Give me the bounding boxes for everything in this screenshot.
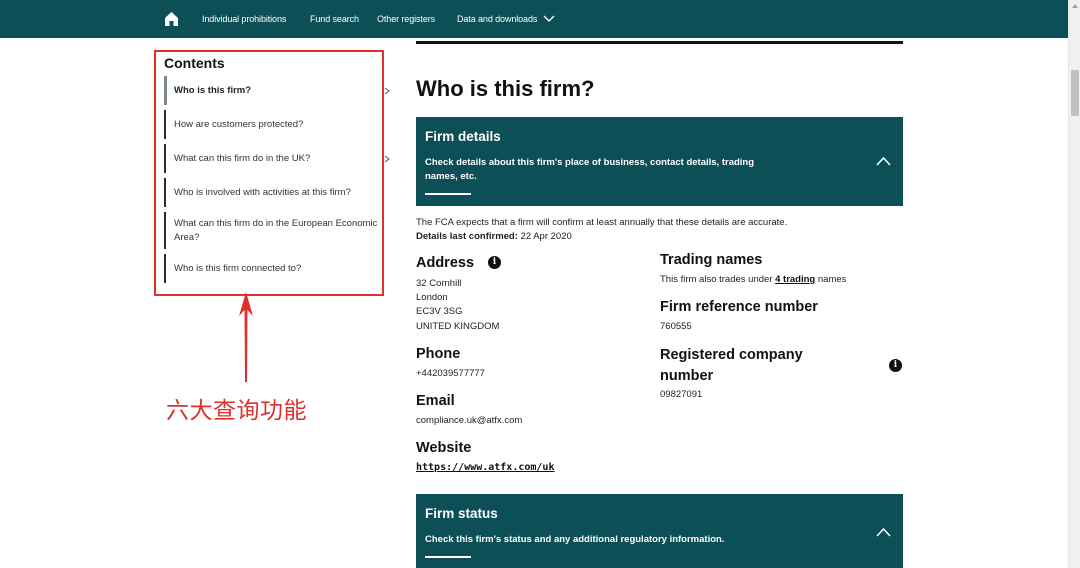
panel-underline: [425, 193, 471, 195]
last-confirmed: Details last confirmed: 22 Apr 2020: [416, 231, 572, 242]
info-icon[interactable]: i: [488, 256, 501, 269]
top-nav-bar: Individual prohibitions Fund search Othe…: [0, 0, 1068, 38]
home-icon[interactable]: [164, 11, 179, 27]
annotation-text: 六大查询功能: [166, 398, 307, 424]
chevron-right-icon: [384, 87, 390, 95]
chevron-down-icon[interactable]: [543, 14, 555, 23]
panel-description: Check this firm's status and any additio…: [425, 534, 725, 545]
panel-description: Check details about this firm's place of…: [425, 157, 755, 182]
scroll-up-arrow-icon[interactable]: [1071, 2, 1079, 10]
email-label: Email: [416, 393, 455, 409]
last-confirmed-value: 22 Apr 2020: [520, 231, 572, 242]
page-scrollbar[interactable]: [1068, 0, 1080, 568]
trading-names-label: Trading names: [660, 252, 763, 268]
address-line: EC3V 3SG: [416, 306, 463, 317]
address-label: Address: [416, 255, 475, 271]
trading-names-suffix: names: [817, 274, 847, 285]
firm-status-panel[interactable]: Firm status Check this firm's status and…: [416, 494, 903, 568]
trading-names-prefix: This firm also trades under: [660, 274, 773, 285]
confirmation-note: The FCA expects that a firm will confirm…: [416, 217, 788, 228]
panel-underline: [425, 556, 471, 558]
info-icon[interactable]: i: [889, 359, 902, 372]
company-number-label-line2: number: [660, 368, 714, 384]
address-line: UNITED KINGDOM: [416, 321, 500, 332]
trading-names-link[interactable]: 4 trading: [775, 274, 815, 285]
website-link[interactable]: https://www.atfx.com/uk: [416, 462, 554, 473]
panel-title: Firm status: [425, 506, 498, 521]
frn-value: 760555: [660, 321, 692, 332]
chevron-up-icon[interactable]: [876, 156, 891, 166]
nav-other-registers[interactable]: Other registers: [377, 14, 435, 24]
annotation-highlight-box: [154, 50, 384, 296]
website-label: Website: [416, 440, 472, 456]
email-value: compliance.uk@atfx.com: [416, 415, 523, 426]
panel-title: Firm details: [425, 129, 501, 144]
address-line: 32 Cornhill: [416, 278, 462, 289]
nav-data-and-downloads[interactable]: Data and downloads: [457, 14, 537, 24]
phone-value: +442039577777: [416, 368, 485, 379]
scroll-thumb[interactable]: [1071, 70, 1079, 116]
last-confirmed-label: Details last confirmed:: [416, 231, 518, 242]
frn-label: Firm reference number: [660, 299, 818, 315]
company-number-value: 09827091: [660, 389, 703, 400]
chevron-right-icon: [384, 155, 390, 163]
nav-individual-prohibitions[interactable]: Individual prohibitions: [202, 14, 286, 24]
phone-label: Phone: [416, 346, 461, 362]
company-number-label: Registered company: [660, 347, 803, 363]
chevron-up-icon[interactable]: [876, 527, 891, 537]
annotation-arrow-icon: [239, 292, 253, 382]
firm-details-panel[interactable]: Firm details Check details about this fi…: [416, 117, 903, 206]
trading-names-text: This firm also trades under 4 trading na…: [660, 274, 846, 285]
nav-fund-search[interactable]: Fund search: [310, 14, 359, 24]
address-line: London: [416, 292, 448, 303]
page-title: Who is this firm?: [416, 76, 595, 101]
section-divider: [416, 41, 903, 44]
